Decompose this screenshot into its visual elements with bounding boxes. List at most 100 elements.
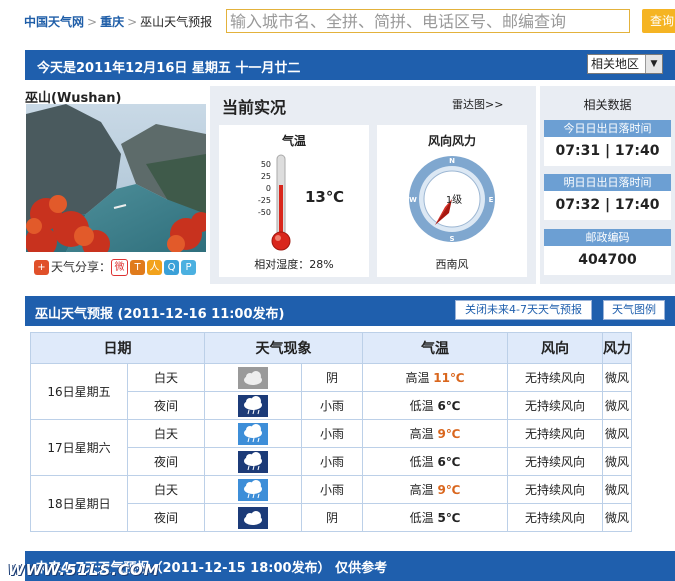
- forecast-date: 18日星期日: [30, 475, 128, 532]
- forecast-temp: 高温 9℃: [362, 419, 508, 448]
- breadcrumb-province-link[interactable]: 重庆: [100, 15, 124, 29]
- thermometer-tick: 0: [266, 184, 271, 193]
- breadcrumb-current: 巫山天气预报: [140, 15, 213, 29]
- forecast-period: 夜间: [127, 503, 205, 532]
- wind-level: 1级: [446, 194, 462, 206]
- today-date: 今天是2011年12月16日 星期五 十一月廿二: [37, 61, 301, 76]
- thermometer-icon: 50 25 0 -25 -50: [258, 154, 291, 251]
- realtime-panel: 当前实况 雷达图>> 气温 50 25 0 -25 -50 13℃ 相对湿度：2…: [210, 86, 536, 284]
- forecast-weather-icon-cell: [204, 447, 302, 476]
- forecast-date: 17日星期六: [30, 419, 128, 476]
- weather-legend-button[interactable]: 天气图例: [603, 300, 665, 320]
- wind-direction: 西南风: [435, 258, 469, 271]
- forecast-temp: 低温 6℃: [362, 391, 508, 420]
- header-wind-force: 风力: [602, 332, 632, 364]
- forecast-temp-value: 6℃: [437, 455, 461, 469]
- forecast-title: 巫山天气预报 (2011-12-16 11:00发布): [35, 307, 285, 322]
- forecast-wind-force: 微风: [602, 363, 632, 392]
- forecast-temp-label: 低温: [409, 511, 434, 525]
- compass-w: W: [409, 196, 417, 204]
- forecast-temp: 低温 5℃: [362, 503, 508, 532]
- forecast-temp-value: 6℃: [437, 399, 461, 413]
- breadcrumb-separator: >: [87, 15, 98, 29]
- forecast-wind-dir: 无持续风向: [507, 363, 603, 392]
- top-bar: 中国天气网 > 重庆 > 巫山天气预报 输入城市名、全拼、简拼、电话区号、邮编查询 查询: [0, 0, 675, 44]
- tencent-icon[interactable]: T: [130, 260, 146, 275]
- humidity: 相对湿度：28%: [254, 258, 334, 271]
- related-area-select-value: 相关地区: [591, 57, 640, 71]
- cloudy-night-icon: [238, 506, 268, 529]
- table-row: 16日星期五 白天阴高温 11℃ 无持续风向 微风: [30, 363, 632, 420]
- breadcrumb: 中国天气网 > 重庆 > 巫山天气预报: [24, 13, 212, 30]
- forecast-body: 16日星期五 白天阴高温 11℃ 无持续风向 微风 夜间 小雨 低温 6℃ 无持续风向 微风 17…: [30, 363, 632, 532]
- forecast-wind-dir: 无持续风向: [507, 447, 603, 476]
- forecast-weather: 小雨: [301, 419, 363, 448]
- forecast-wind-dir: 无持续风向: [507, 503, 603, 532]
- forecast-weather-icon-cell: [204, 475, 302, 504]
- chevron-down-icon[interactable]: ▼: [645, 55, 662, 73]
- close-extended-forecast-button[interactable]: 关闭未来4-7天天气预报: [455, 300, 592, 320]
- forecast-weather: 阴: [301, 363, 363, 392]
- forecast-weather-icon-cell: [204, 363, 302, 392]
- forecast-wind-force: 微风: [602, 391, 632, 420]
- forecast-temp: 高温 11℃: [362, 363, 508, 392]
- renren-icon[interactable]: 人: [147, 260, 163, 275]
- compass-s: S: [449, 235, 454, 243]
- today-sun-label: 今日日出日落时间: [544, 120, 671, 137]
- forecast-temp-value: 9℃: [437, 483, 461, 497]
- header-wind-dir: 风向: [507, 332, 603, 364]
- forecast-temp-value: 5℃: [437, 511, 461, 525]
- forecast-date: 16日星期五: [30, 363, 128, 420]
- share-bar: + 天气分享：微 T 人 Q P: [34, 258, 198, 276]
- postal-code-value: 404700: [544, 246, 671, 275]
- thermometer-tick: -25: [258, 196, 271, 205]
- tomorrow-sun-label: 明日日出日落时间: [544, 174, 671, 191]
- forecast-table: 日期 天气现象 气温 风向 风力 16日星期五 白天阴高温 11℃ 无持续风向 微风夜…: [30, 332, 632, 532]
- date-bar: 今天是2011年12月16日 星期五 十一月廿二 相关地区 ▼: [25, 50, 675, 80]
- forecast-wind-force: 微风: [602, 503, 632, 532]
- table-row: 18日星期日 白天 小雨 高温 9℃ 无持续风向 微风: [30, 475, 632, 532]
- forecast-temp-label: 高温: [405, 371, 430, 385]
- header-temp: 气温: [362, 332, 508, 364]
- forecast-weather-icon-cell: [204, 391, 302, 420]
- forecast-wind-force: 微风: [602, 447, 632, 476]
- forecast-temp-value: 9℃: [437, 427, 461, 441]
- forecast-weather: 小雨: [301, 391, 363, 420]
- forecast-temp-label: 高温: [409, 483, 434, 497]
- share-label: 天气分享：: [51, 260, 112, 274]
- tomorrow-sun-value: 07:32 | 17:40: [544, 191, 671, 220]
- forecast-wind-force: 微风: [602, 419, 632, 448]
- city-photo-image: [26, 104, 206, 252]
- wind-card: 风向风力 N E S W 1级 西南风: [377, 125, 527, 277]
- weibo-icon[interactable]: 微: [111, 259, 129, 276]
- forecast-period: 白天: [127, 363, 205, 392]
- light-rain-icon: [238, 478, 268, 501]
- today-sun-value: 07:31 | 17:40: [544, 137, 671, 166]
- forecast-temp-label: 高温: [409, 427, 434, 441]
- header-weather: 天气现象: [204, 332, 363, 364]
- forecast-weather-icon-cell: [204, 419, 302, 448]
- forecast-period: 夜间: [127, 391, 205, 420]
- breadcrumb-site-link[interactable]: 中国天气网: [24, 15, 84, 29]
- forecast-period: 夜间: [127, 447, 205, 476]
- compass-n: N: [449, 157, 455, 165]
- search-input[interactable]: 输入城市名、全拼、简拼、电话区号、邮编查询: [226, 9, 630, 33]
- forecast-header-bar: 巫山天气预报 (2011-12-16 11:00发布) 关闭未来4-7天天气预报…: [25, 296, 675, 326]
- current-temperature: 13℃: [305, 188, 345, 206]
- qzone-icon[interactable]: Q: [164, 260, 180, 275]
- forecast-wind-dir: 无持续风向: [507, 475, 603, 504]
- forecast-wind-dir: 无持续风向: [507, 419, 603, 448]
- kaixin-icon[interactable]: P: [181, 260, 197, 275]
- forecast-weather: 小雨: [301, 447, 363, 476]
- forecast-weather: 小雨: [301, 475, 363, 504]
- forecast-temp-value: 11℃: [433, 371, 465, 385]
- related-area-select[interactable]: 相关地区 ▼: [587, 54, 663, 74]
- plus-icon[interactable]: +: [34, 260, 49, 275]
- search-button[interactable]: 查询: [642, 9, 675, 33]
- compass-e: E: [489, 196, 494, 204]
- related-data-panel: 相关数据 今日日出日落时间 07:31 | 17:40 明日日出日落时间 07:…: [540, 86, 675, 284]
- forecast-wind-dir: 无持续风向: [507, 391, 603, 420]
- forecast-weather-icon-cell: [204, 503, 302, 532]
- radar-link[interactable]: 雷达图>>: [452, 96, 503, 112]
- forecast-temp: 高温 9℃: [362, 475, 508, 504]
